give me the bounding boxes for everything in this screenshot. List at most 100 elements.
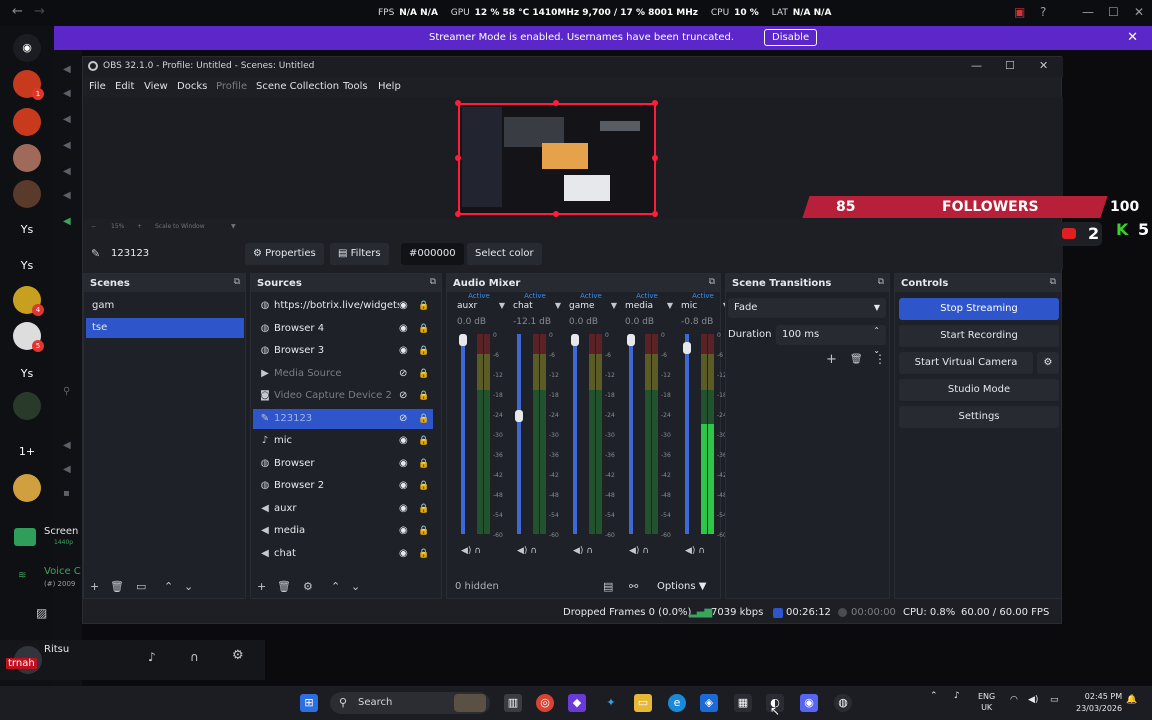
- volume-slider-track[interactable]: [685, 334, 689, 534]
- monitor-headphones-icon[interactable]: ∩: [698, 546, 705, 556]
- store-icon[interactable]: ▦: [734, 694, 752, 712]
- resize-handle[interactable]: [553, 100, 559, 106]
- server-icon[interactable]: 5: [13, 322, 44, 352]
- source-item[interactable]: ◍ Browser 3 ◉ 🔒: [253, 341, 433, 361]
- select-color-button[interactable]: Select color: [467, 243, 542, 265]
- disable-button[interactable]: Disable: [764, 29, 818, 46]
- lock-icon[interactable]: 🔒: [418, 319, 429, 339]
- source-item[interactable]: ◀ chat ◉ 🔒: [253, 544, 433, 564]
- layout-icon[interactable]: ▤: [603, 580, 613, 593]
- lock-icon[interactable]: 🔒: [418, 544, 429, 564]
- lock-icon[interactable]: ▪: [63, 488, 70, 499]
- lock-icon[interactable]: 🔒: [418, 296, 429, 316]
- stop-streaming-button[interactable]: Stop Streaming: [899, 298, 1059, 320]
- move-up-icon[interactable]: ⌃: [164, 580, 173, 593]
- virtual-camera-settings-icon[interactable]: ⚙: [1037, 352, 1059, 374]
- file-explorer-icon[interactable]: ▭: [634, 694, 652, 712]
- server-icon[interactable]: [13, 108, 41, 136]
- help-icon[interactable]: ?: [1040, 5, 1046, 19]
- server-icon[interactable]: 4: [13, 286, 44, 316]
- move-up-icon[interactable]: ⌃: [331, 580, 340, 593]
- resize-handle[interactable]: [553, 211, 559, 217]
- monitor-headphones-icon[interactable]: ∩: [586, 546, 593, 556]
- menu-view[interactable]: View: [144, 81, 168, 92]
- discord-icon[interactable]: ◉: [800, 694, 818, 712]
- menu-scene-collection[interactable]: Scene Collection: [256, 81, 339, 92]
- visibility-eye-icon[interactable]: ◉: [399, 521, 408, 541]
- monitor-headphones-icon[interactable]: ∩: [530, 546, 537, 556]
- volume-slider-track[interactable]: [629, 334, 633, 534]
- source-item[interactable]: ◍ https://botrix.live/widgets ◉ 🔒: [253, 296, 433, 316]
- headphones-icon[interactable]: ∩: [190, 650, 199, 664]
- lock-icon[interactable]: 🔒: [418, 431, 429, 451]
- server-ys-1[interactable]: Ys: [13, 216, 41, 244]
- camera-off-icon[interactable]: ▨: [36, 606, 47, 620]
- chevron-down-icon[interactable]: ▼: [231, 223, 236, 230]
- language-indicator[interactable]: ENG UK: [978, 691, 995, 713]
- lock-icon[interactable]: 🔒: [418, 476, 429, 496]
- server-icon[interactable]: [13, 180, 41, 208]
- menu-help[interactable]: Help: [378, 81, 401, 92]
- lock-icon[interactable]: 🔒: [418, 521, 429, 541]
- visibility-eye-icon[interactable]: ◉: [399, 341, 408, 361]
- visibility-eye-icon[interactable]: ◉: [399, 296, 408, 316]
- server-icon[interactable]: 1: [13, 70, 44, 100]
- back-arrow-icon[interactable]: ←: [12, 4, 23, 19]
- visibility-eye-icon[interactable]: ◉: [399, 319, 408, 339]
- properties-button[interactable]: ⚙ Properties: [245, 243, 324, 265]
- taskbar-search[interactable]: ⚲ Search: [330, 692, 490, 714]
- close-icon[interactable]: ✕: [1134, 5, 1144, 19]
- gear-icon[interactable]: ⚙: [232, 648, 244, 663]
- lock-icon[interactable]: 🔒: [418, 454, 429, 474]
- monitor-headphones-icon[interactable]: ∩: [474, 546, 481, 556]
- scene-item-gam[interactable]: gam: [86, 296, 244, 316]
- screen-share-panel[interactable]: Screen 1440p: [14, 524, 84, 550]
- volume-slider-track[interactable]: [517, 334, 521, 534]
- start-recording-button[interactable]: Start Recording: [899, 325, 1059, 347]
- preview-canvas[interactable]: [458, 103, 656, 215]
- undock-icon[interactable]: ⧉: [709, 277, 715, 287]
- speaker-icon[interactable]: ◀: [63, 88, 71, 99]
- source-item[interactable]: ✎ 123123 ⊘ 🔒: [253, 408, 433, 429]
- lock-icon[interactable]: 🔒: [418, 386, 429, 406]
- forward-arrow-icon[interactable]: →: [34, 4, 45, 19]
- source-item[interactable]: ◍ Browser 2 ◉ 🔒: [253, 476, 433, 496]
- undock-icon[interactable]: ⧉: [234, 277, 240, 287]
- task-view-icon[interactable]: ▥: [504, 694, 522, 712]
- add-icon[interactable]: +: [90, 580, 99, 593]
- speaker-icon[interactable]: ◀: [63, 140, 71, 151]
- transition-select[interactable]: Fade ▼: [728, 298, 886, 318]
- chevron-down-icon[interactable]: ▼: [499, 301, 505, 310]
- monitor-headphones-icon[interactable]: ∩: [642, 546, 649, 556]
- app-icon[interactable]: ✦: [602, 694, 620, 712]
- source-item[interactable]: ♪ mic ◉ 🔒: [253, 431, 433, 451]
- volume-slider-knob[interactable]: [627, 334, 635, 346]
- zoom-in-icon[interactable]: +: [137, 223, 142, 230]
- link-icon[interactable]: ⚯: [629, 580, 638, 593]
- visibility-eye-icon[interactable]: ⊘: [399, 364, 407, 384]
- speaker-icon[interactable]: ◀: [63, 190, 71, 201]
- server-icon[interactable]: [13, 474, 41, 502]
- volume-icon[interactable]: ◀): [1028, 695, 1038, 705]
- visibility-eye-icon[interactable]: ◉: [399, 499, 408, 519]
- add-icon[interactable]: +: [826, 352, 837, 367]
- visibility-eye-icon[interactable]: ⊘: [399, 409, 407, 429]
- mute-speaker-icon[interactable]: ◀): [573, 546, 586, 556]
- resize-handle[interactable]: [652, 211, 658, 217]
- speaker-icon[interactable]: ◀: [63, 464, 71, 475]
- start-virtual-camera-button[interactable]: Start Virtual Camera: [899, 352, 1033, 374]
- volume-slider-knob[interactable]: [683, 342, 691, 354]
- volume-slider-knob[interactable]: [515, 410, 523, 422]
- voice-connection-panel[interactable]: ≋ Voice C (#) 2009: [14, 566, 84, 596]
- minimize-icon[interactable]: —: [1082, 5, 1094, 19]
- filter-icon[interactable]: ▭: [136, 580, 146, 593]
- chevron-down-icon[interactable]: ▼: [611, 301, 617, 310]
- mute-speaker-icon[interactable]: ◀): [461, 546, 474, 556]
- mic-tray-icon[interactable]: ♪: [954, 691, 960, 701]
- maximize-icon[interactable]: ☐: [1108, 5, 1119, 19]
- app-icon[interactable]: ◈: [700, 694, 718, 712]
- duration-spinner[interactable]: 100 ms ⌃ ⌄: [776, 325, 886, 355]
- source-item[interactable]: ◍ Browser ◉ 🔒: [253, 454, 433, 474]
- menu-profile[interactable]: Profile: [216, 81, 247, 92]
- server-ys-2[interactable]: Ys: [13, 252, 41, 280]
